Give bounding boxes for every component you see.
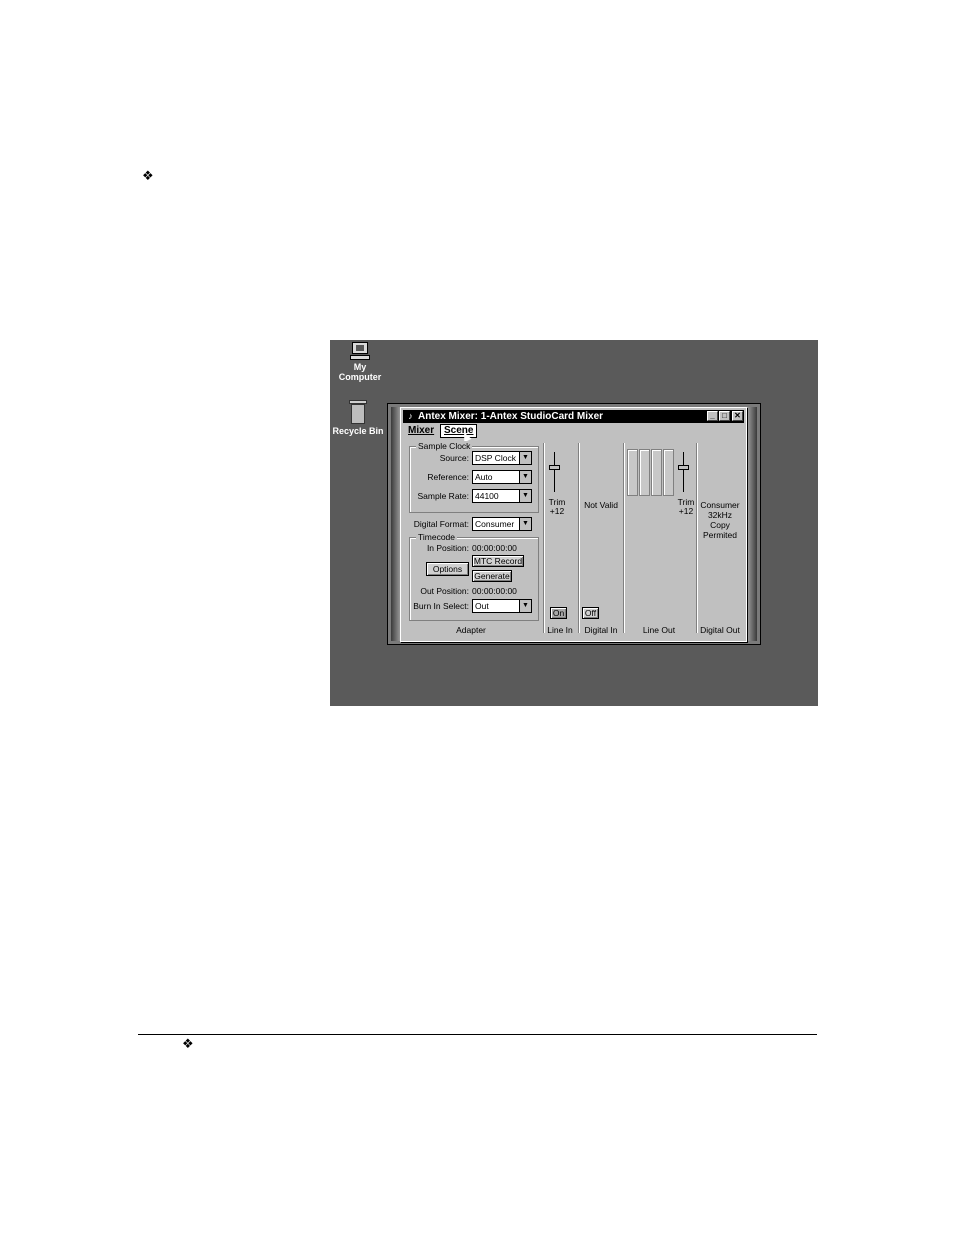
mtc-record-button[interactable]: MTC Record: [472, 555, 524, 567]
digital-in-off-button[interactable]: Off: [582, 607, 599, 619]
icon-label-line2: Computer: [338, 372, 382, 382]
icon-label-line1: My: [353, 362, 367, 372]
burn-in-value: Out: [475, 601, 489, 611]
icon-label: Recycle Bin: [332, 426, 384, 436]
digital-out-line1: Consumer: [700, 500, 740, 510]
out-position-label: Out Position:: [420, 586, 469, 596]
digital-format-dropdown[interactable]: Consumer ▼: [472, 517, 532, 531]
sample-rate-dropdown[interactable]: 44100 ▼: [472, 489, 532, 503]
timecode-title: Timecode: [416, 532, 458, 542]
line-out-meter: [627, 449, 638, 496]
line-out-trim-value: +12: [678, 506, 694, 516]
menu-scene[interactable]: Scene: [440, 424, 478, 438]
footer-rule: [138, 1034, 817, 1035]
chevron-down-icon[interactable]: ▼: [519, 490, 531, 502]
source-dropdown[interactable]: DSP Clock ▼: [472, 451, 532, 465]
desktop-icon-my-computer[interactable]: My Computer: [330, 342, 390, 382]
reference-label: Reference:: [427, 472, 469, 482]
digital-format-value: Consumer: [475, 519, 515, 529]
line-out-meter: [651, 449, 662, 496]
line-in-trim-slider-thumb[interactable]: [549, 465, 560, 470]
computer-icon: [350, 342, 370, 360]
reference-value: Auto: [475, 472, 493, 482]
burn-in-dropdown[interactable]: Out ▼: [472, 599, 532, 613]
line-in-section-label: Line In: [547, 625, 573, 635]
desktop-icon-recycle-bin[interactable]: Recycle Bin: [330, 400, 388, 436]
digital-format-label: Digital Format:: [413, 519, 469, 529]
desktop: My Computer Recycle Bin ♪ Antex Mixer: 1…: [330, 340, 818, 706]
digital-out-line3: Copy: [710, 520, 730, 530]
page-bullet-bottom: ❖: [182, 1036, 194, 1051]
page-bullet-top: ❖: [142, 168, 154, 183]
out-position-value: 00:00:00:00: [472, 586, 517, 596]
chevron-down-icon[interactable]: ▼: [519, 452, 531, 464]
reference-dropdown[interactable]: Auto ▼: [472, 470, 532, 484]
digital-out-line2: 32kHz: [707, 510, 733, 520]
in-position-value: 00:00:00:00: [472, 543, 517, 553]
mixer-window: ♪ Antex Mixer: 1-Antex StudioCard Mixer …: [400, 407, 747, 642]
source-value: DSP Clock: [475, 453, 516, 463]
line-in-trim-value: +12: [549, 506, 565, 516]
window-title: Antex Mixer: 1-Antex StudioCard Mixer: [418, 411, 604, 422]
adapter-section-label: Adapter: [456, 625, 486, 635]
line-in-trim-slider-track[interactable]: [554, 452, 555, 492]
divider: [623, 443, 625, 633]
digital-out-section-label: Digital Out: [700, 625, 740, 635]
line-out-trim-slider-track[interactable]: [683, 452, 684, 492]
app-icon: ♪: [408, 411, 413, 421]
title-bar[interactable]: ♪ Antex Mixer: 1-Antex StudioCard Mixer …: [403, 410, 744, 423]
sample-rate-value: 44100: [475, 491, 499, 501]
divider: [543, 443, 545, 633]
line-out-trim-slider-thumb[interactable]: [678, 465, 689, 470]
chevron-down-icon[interactable]: ▼: [519, 518, 531, 530]
divider: [578, 443, 580, 633]
chevron-down-icon[interactable]: ▼: [519, 600, 531, 612]
maximize-button[interactable]: □: [719, 411, 730, 421]
line-out-meter: [663, 449, 674, 496]
source-label: Source:: [439, 453, 469, 463]
sample-rate-label: Sample Rate:: [417, 491, 470, 501]
digital-in-section-label: Digital In: [584, 625, 618, 635]
burn-in-label: Burn In Select:: [413, 601, 469, 611]
mixer-frame: ♪ Antex Mixer: 1-Antex StudioCard Mixer …: [387, 403, 761, 645]
close-button[interactable]: ✕: [732, 411, 743, 421]
options-button[interactable]: Options: [426, 562, 469, 576]
recycle-bin-icon: [349, 400, 367, 424]
sample-clock-title: Sample Clock: [416, 441, 473, 451]
minimize-button[interactable]: _: [707, 411, 718, 421]
digital-in-status: Not Valid: [584, 500, 618, 510]
menu-mixer[interactable]: Mixer: [405, 425, 437, 437]
chevron-down-icon[interactable]: ▼: [519, 471, 531, 483]
line-out-section-label: Line Out: [642, 625, 676, 635]
in-position-label: In Position:: [426, 543, 469, 553]
generate-button[interactable]: Generate: [472, 570, 512, 582]
line-out-meter: [639, 449, 650, 496]
digital-out-line4: Permited: [702, 530, 737, 540]
line-in-on-button[interactable]: On: [550, 607, 567, 619]
